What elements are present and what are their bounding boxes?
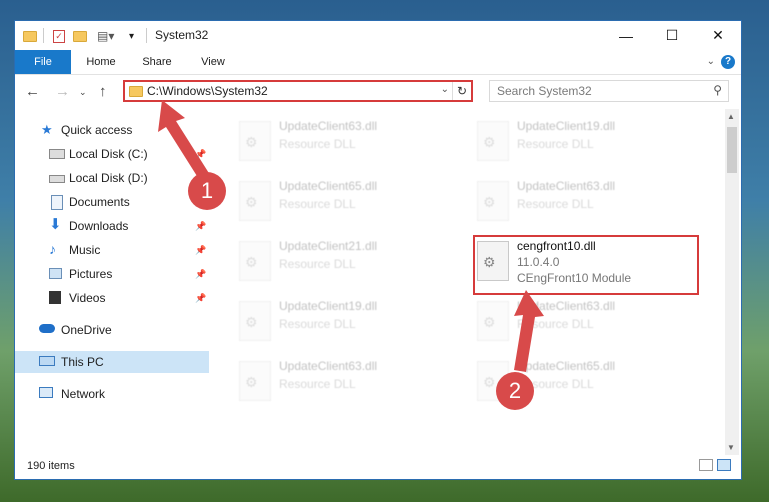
annotation-marker-2: 2 [496,372,534,410]
annotation-marker-1: 1 [188,172,226,210]
annotation-arrows [158,100,544,372]
arrow-2 [514,290,544,372]
